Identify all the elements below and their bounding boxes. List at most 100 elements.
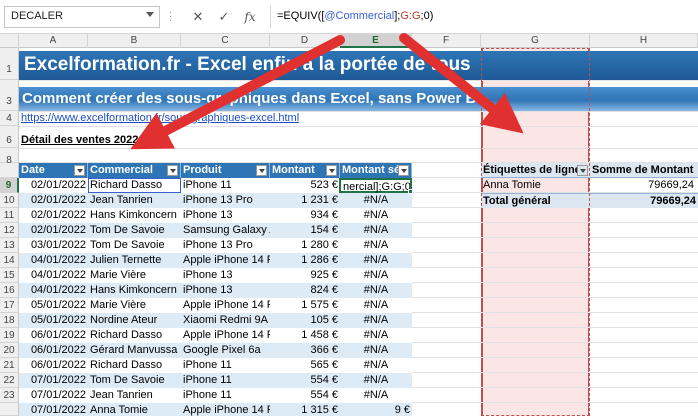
- row-header[interactable]: [0, 163, 19, 178]
- cell-date[interactable]: 06/01/2022: [19, 328, 88, 343]
- cell-montant-sel[interactable]: #N/A: [340, 388, 412, 403]
- row-header[interactable]: 19: [0, 328, 19, 343]
- column-header-h[interactable]: H: [590, 34, 698, 48]
- cell-date[interactable]: 06/01/2022: [19, 358, 88, 373]
- cell-montant-sel[interactable]: #N/A: [340, 328, 412, 343]
- filter-dropdown-icon[interactable]: [74, 165, 85, 176]
- cell-commercial[interactable]: Marie Vière: [88, 268, 181, 283]
- formula-input[interactable]: =EQUIV([@Commercial];G:G;0): [270, 6, 696, 28]
- page-subtitle[interactable]: Comment créer des sous-graphiques dans E…: [19, 87, 698, 111]
- cell-commercial[interactable]: Tom De Savoie: [88, 223, 181, 238]
- row-header[interactable]: 20: [0, 343, 19, 358]
- cell-produit[interactable]: iPhone 13 Pro: [181, 238, 270, 253]
- cell-produit[interactable]: iPhone 11: [181, 388, 270, 403]
- cell-montant-sel[interactable]: #N/A: [340, 313, 412, 328]
- cell-produit[interactable]: Apple iPhone 14 Pro: [181, 403, 270, 416]
- row-header[interactable]: 13: [0, 238, 19, 253]
- column-header-b[interactable]: B: [88, 34, 181, 48]
- table-header-montant-sel[interactable]: Montant sél: [340, 163, 412, 178]
- row-header[interactable]: 8: [0, 148, 19, 166]
- row-header[interactable]: 6: [0, 126, 19, 148]
- cell-montant[interactable]: 565 €: [270, 358, 340, 373]
- cell-montant[interactable]: 1 280 €: [270, 238, 340, 253]
- row-header[interactable]: 3: [0, 80, 19, 111]
- cell-produit[interactable]: iPhone 13: [181, 283, 270, 298]
- cell-produit[interactable]: iPhone 11: [181, 373, 270, 388]
- row-header[interactable]: 4: [0, 111, 19, 126]
- cell-commercial[interactable]: Jean Tanrien: [88, 193, 181, 208]
- cell-montant-sel[interactable]: #N/A: [340, 208, 412, 223]
- cell-montant-sel[interactable]: #N/A: [340, 343, 412, 358]
- cell-produit[interactable]: Apple iPhone 14 Pro: [181, 298, 270, 313]
- name-box[interactable]: DECALER: [4, 6, 160, 28]
- cell-montant[interactable]: 154 €: [270, 223, 340, 238]
- cell-produit[interactable]: Apple iPhone 14 Pro: [181, 328, 270, 343]
- cell-date[interactable]: 02/01/2022: [19, 223, 88, 238]
- cell-commercial[interactable]: Richard Dasso: [88, 328, 181, 343]
- page-title[interactable]: Excelformation.fr - Excel enfin à la por…: [19, 51, 698, 80]
- row-header[interactable]: 21: [0, 358, 19, 373]
- detail-heading[interactable]: Détail des ventes 2022 :: [21, 134, 145, 146]
- cell-montant-sel[interactable]: #N/A: [340, 298, 412, 313]
- cell-montant[interactable]: 554 €: [270, 388, 340, 403]
- cell-montant-sel[interactable]: #N/A: [340, 193, 412, 208]
- column-header-c[interactable]: C: [181, 34, 270, 48]
- cell-commercial[interactable]: Nordine Ateur: [88, 313, 181, 328]
- table-header-date[interactable]: Date: [19, 163, 88, 178]
- cell-montant[interactable]: 1 458 €: [270, 328, 340, 343]
- row-header[interactable]: 16: [0, 283, 19, 298]
- cell-commercial[interactable]: Hans Kimkoncern: [88, 283, 181, 298]
- cell-produit[interactable]: iPhone 13: [181, 268, 270, 283]
- cell-produit[interactable]: iPhone 13: [181, 208, 270, 223]
- cell-produit[interactable]: Xiaomi Redmi 9A: [181, 313, 270, 328]
- cell-commercial[interactable]: Richard Dasso: [88, 358, 181, 373]
- row-header[interactable]: 14: [0, 253, 19, 268]
- cell-commercial[interactable]: Tom De Savoie: [88, 238, 181, 253]
- cell-montant[interactable]: 366 €: [270, 343, 340, 358]
- filter-dropdown-icon[interactable]: [256, 165, 267, 176]
- cell-date[interactable]: 07/01/2022: [19, 388, 88, 403]
- chevron-down-icon[interactable]: [146, 12, 154, 17]
- row-header[interactable]: 15: [0, 268, 19, 283]
- enter-icon[interactable]: ✓: [216, 9, 232, 25]
- cell-date[interactable]: 06/01/2022: [19, 343, 88, 358]
- column-header-d[interactable]: D: [270, 34, 340, 48]
- cell-date[interactable]: 05/01/2022: [19, 298, 88, 313]
- fill-handle[interactable]: [408, 189, 413, 194]
- cell-date[interactable]: 02/01/2022: [19, 208, 88, 223]
- cell-montant[interactable]: 1 315 €: [270, 403, 340, 416]
- cell-produit[interactable]: iPhone 11: [181, 178, 270, 193]
- cell-commercial[interactable]: Jean Tanrien: [88, 388, 181, 403]
- cell-date[interactable]: 03/01/2022: [19, 238, 88, 253]
- cell-montant[interactable]: 934 €: [270, 208, 340, 223]
- column-header-a[interactable]: A: [19, 34, 88, 48]
- row-header[interactable]: 11: [0, 208, 19, 223]
- cell-montant[interactable]: 523 €: [270, 178, 340, 193]
- row-header[interactable]: 17: [0, 298, 19, 313]
- cell-date[interactable]: 04/01/2022: [19, 283, 88, 298]
- cell-montant[interactable]: 105 €: [270, 313, 340, 328]
- cell-montant-sel[interactable]: #N/A: [340, 223, 412, 238]
- cell-montant[interactable]: 824 €: [270, 283, 340, 298]
- cell-commercial[interactable]: Gérard Manvussa: [88, 343, 181, 358]
- row-header[interactable]: 9: [0, 178, 19, 193]
- row-header[interactable]: 18: [0, 313, 19, 328]
- cell-produit[interactable]: Samsung Galaxy A1: [181, 223, 270, 238]
- row-header[interactable]: 22: [0, 373, 19, 388]
- cell-date[interactable]: 05/01/2022: [19, 313, 88, 328]
- row-header[interactable]: 23: [0, 388, 19, 403]
- tutorial-link[interactable]: https://www.excelformation.fr/sous-graph…: [21, 112, 299, 124]
- active-cell[interactable]: nercial];G:G;0): [339, 178, 412, 193]
- select-all-corner[interactable]: [0, 34, 19, 48]
- cell-montant-sel[interactable]: #N/A: [340, 253, 412, 268]
- pivot-value-header[interactable]: Somme de Montant: [590, 163, 698, 178]
- cell-date[interactable]: 07/01/2022: [19, 373, 88, 388]
- cancel-icon[interactable]: ✕: [190, 9, 206, 25]
- cell-date[interactable]: 02/01/2022: [19, 178, 88, 193]
- cell-montant[interactable]: 1 575 €: [270, 298, 340, 313]
- cell-produit[interactable]: Google Pixel 6a: [181, 343, 270, 358]
- column-header-g[interactable]: G: [481, 34, 590, 48]
- cell-commercial[interactable]: Hans Kimkoncern: [88, 208, 181, 223]
- resize-dots-icon[interactable]: · · ·: [169, 8, 173, 26]
- filter-dropdown-icon[interactable]: [167, 165, 178, 176]
